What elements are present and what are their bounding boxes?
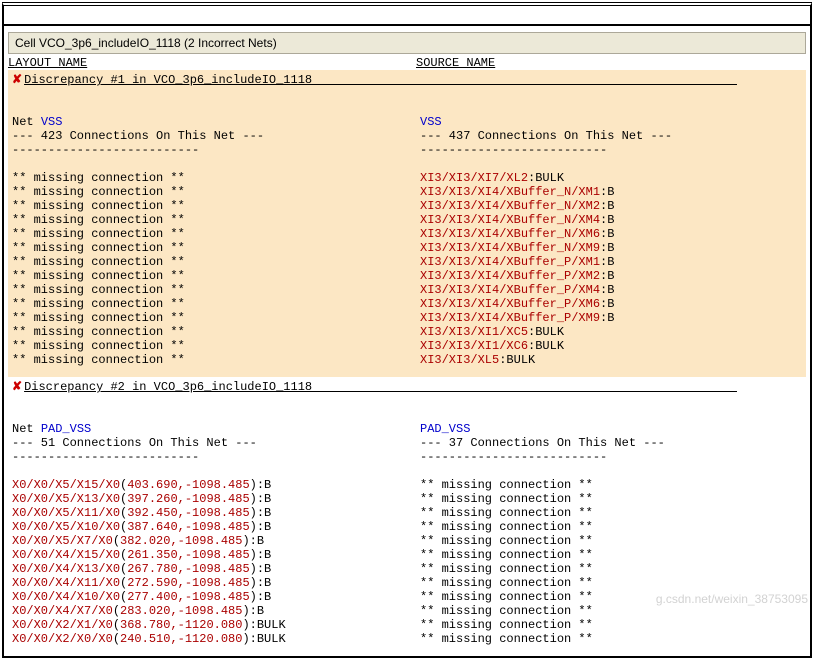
column-headers: LAYOUT NAME SOURCE NAME [8,56,806,70]
missing-connection: ** missing connection ** [12,283,185,297]
discrepancy-body: Net VSS --- 423 Connections On This Net … [8,87,806,367]
discrepancy-body: Net PAD_VSS --- 51 Connections On This N… [8,394,806,646]
missing-connection: ** missing connection ** [12,339,185,353]
cell-header[interactable]: Cell VCO_3p6_includeIO_1118 (2 Incorrect… [8,32,806,54]
inst-path: XI3/XI3/XI4/XBuffer_P/XM6 [420,297,600,311]
missing-connection: ** missing connection ** [420,590,593,604]
missing-connection: ** missing connection ** [420,534,593,548]
coord: 403.690,-1098.485 [127,478,249,492]
coord: 392.450,-1098.485 [127,506,249,520]
coord: 382.020,-1098.485 [120,534,242,548]
net-name: PAD_VSS [420,422,470,436]
missing-connection: ** missing connection ** [12,255,185,269]
inst-path: X0/X0/X4/X10/X0 [12,590,120,604]
missing-connection: ** missing connection ** [420,618,593,632]
inst-path: X0/X0/X4/X7/X0 [12,604,113,618]
missing-connection: ** missing connection ** [12,185,185,199]
missing-connection: ** missing connection ** [420,576,593,590]
discrepancy-title-text: Discrepancy #1 in VCO_3p6_includeIO_1118 [24,73,737,87]
inst-path: X0/X0/X4/X15/X0 [12,548,120,562]
net-name: PAD_VSS [41,422,91,436]
layout-column: Net PAD_VSS --- 51 Connections On This N… [12,394,420,646]
missing-connection: ** missing connection ** [12,325,185,339]
error-icon: ✘ [12,380,22,394]
report-window: Cell VCO_3p6_includeIO_1118 (2 Incorrect… [2,2,812,658]
source-header: SOURCE NAME [416,56,495,70]
missing-connection: ** missing connection ** [12,353,185,367]
missing-connection: ** missing connection ** [420,562,593,576]
inst-path: XI3/XI3/XI4/XBuffer_P/XM2 [420,269,600,283]
inst-path: X0/X0/X4/X13/X0 [12,562,120,576]
coord: 283.020,-1098.485 [120,604,242,618]
missing-connection: ** missing connection ** [12,199,185,213]
discrepancy-title: ✘Discrepancy #1 in VCO_3p6_includeIO_111… [8,72,806,87]
inst-path: XI3/XI3/XI4/XBuffer_N/XM2 [420,199,600,213]
inst-path: X0/X0/X4/X11/X0 [12,576,120,590]
coord: 267.780,-1098.485 [127,562,249,576]
discrepancy-title-text: Discrepancy #2 in VCO_3p6_includeIO_1118 [24,380,737,394]
layout-header: LAYOUT NAME [8,56,416,70]
net-name: VSS [41,115,63,129]
missing-connection: ** missing connection ** [12,311,185,325]
missing-connection: ** missing connection ** [12,213,185,227]
inst-path: XI3/XI3/XI4/XBuffer_P/XM4 [420,283,600,297]
inst-path: XI3/XI3/XI7/XL2 [420,171,528,185]
coord: 272.590,-1098.485 [127,576,249,590]
discrepancy-block[interactable]: ✘Discrepancy #2 in VCO_3p6_includeIO_111… [8,377,806,656]
coord: 261.350,-1098.485 [127,548,249,562]
coord: 387.640,-1098.485 [127,520,249,534]
source-column: PAD_VSS --- 37 Connections On This Net -… [420,394,814,646]
coord: 240.510,-1120.080 [120,632,242,646]
inst-path: XI3/XI3/XI1/XC6 [420,339,528,353]
missing-connection: ** missing connection ** [12,297,185,311]
inst-path: XI3/XI3/XL5 [420,353,499,367]
top-gap [4,6,810,26]
missing-connection: ** missing connection ** [420,604,593,618]
missing-connection: ** missing connection ** [12,227,185,241]
source-column: VSS --- 437 Connections On This Net --- … [420,87,814,367]
inst-path: X0/X0/X5/X10/X0 [12,520,120,534]
inst-path: X0/X0/X5/X11/X0 [12,506,120,520]
inst-path: XI3/XI3/XI1/XC5 [420,325,528,339]
missing-connection: ** missing connection ** [420,548,593,562]
inst-path: XI3/XI3/XI4/XBuffer_N/XM4 [420,213,600,227]
discrepancy-block[interactable]: ✘Discrepancy #1 in VCO_3p6_includeIO_111… [8,70,806,377]
inst-path: XI3/XI3/XI4/XBuffer_N/XM9 [420,241,600,255]
missing-connection: ** missing connection ** [420,632,593,646]
inst-path: XI3/XI3/XI4/XBuffer_P/XM9 [420,311,600,325]
missing-connection: ** missing connection ** [420,492,593,506]
coord: 277.400,-1098.485 [127,590,249,604]
inst-path: X0/X0/X5/X15/X0 [12,478,120,492]
missing-connection: ** missing connection ** [12,241,185,255]
inst-path: XI3/XI3/XI4/XBuffer_N/XM6 [420,227,600,241]
missing-connection: ** missing connection ** [420,478,593,492]
error-icon: ✘ [12,73,22,87]
missing-connection: ** missing connection ** [12,171,185,185]
net-name: VSS [420,115,442,129]
inst-path: X0/X0/X5/X7/X0 [12,534,113,548]
inst-path: XI3/XI3/XI4/XBuffer_N/XM1 [420,185,600,199]
layout-column: Net VSS --- 423 Connections On This Net … [12,87,420,367]
missing-connection: ** missing connection ** [420,520,593,534]
coord: 397.260,-1098.485 [127,492,249,506]
inst-path: X0/X0/X2/X0/X0 [12,632,113,646]
missing-connection: ** missing connection ** [420,506,593,520]
discrepancy-title: ✘Discrepancy #2 in VCO_3p6_includeIO_111… [8,379,806,394]
missing-connection: ** missing connection ** [12,269,185,283]
coord: 368.780,-1120.080 [120,618,242,632]
inst-path: XI3/XI3/XI4/XBuffer_P/XM1 [420,255,600,269]
inst-path: X0/X0/X2/X1/X0 [12,618,113,632]
inst-path: X0/X0/X5/X13/X0 [12,492,120,506]
